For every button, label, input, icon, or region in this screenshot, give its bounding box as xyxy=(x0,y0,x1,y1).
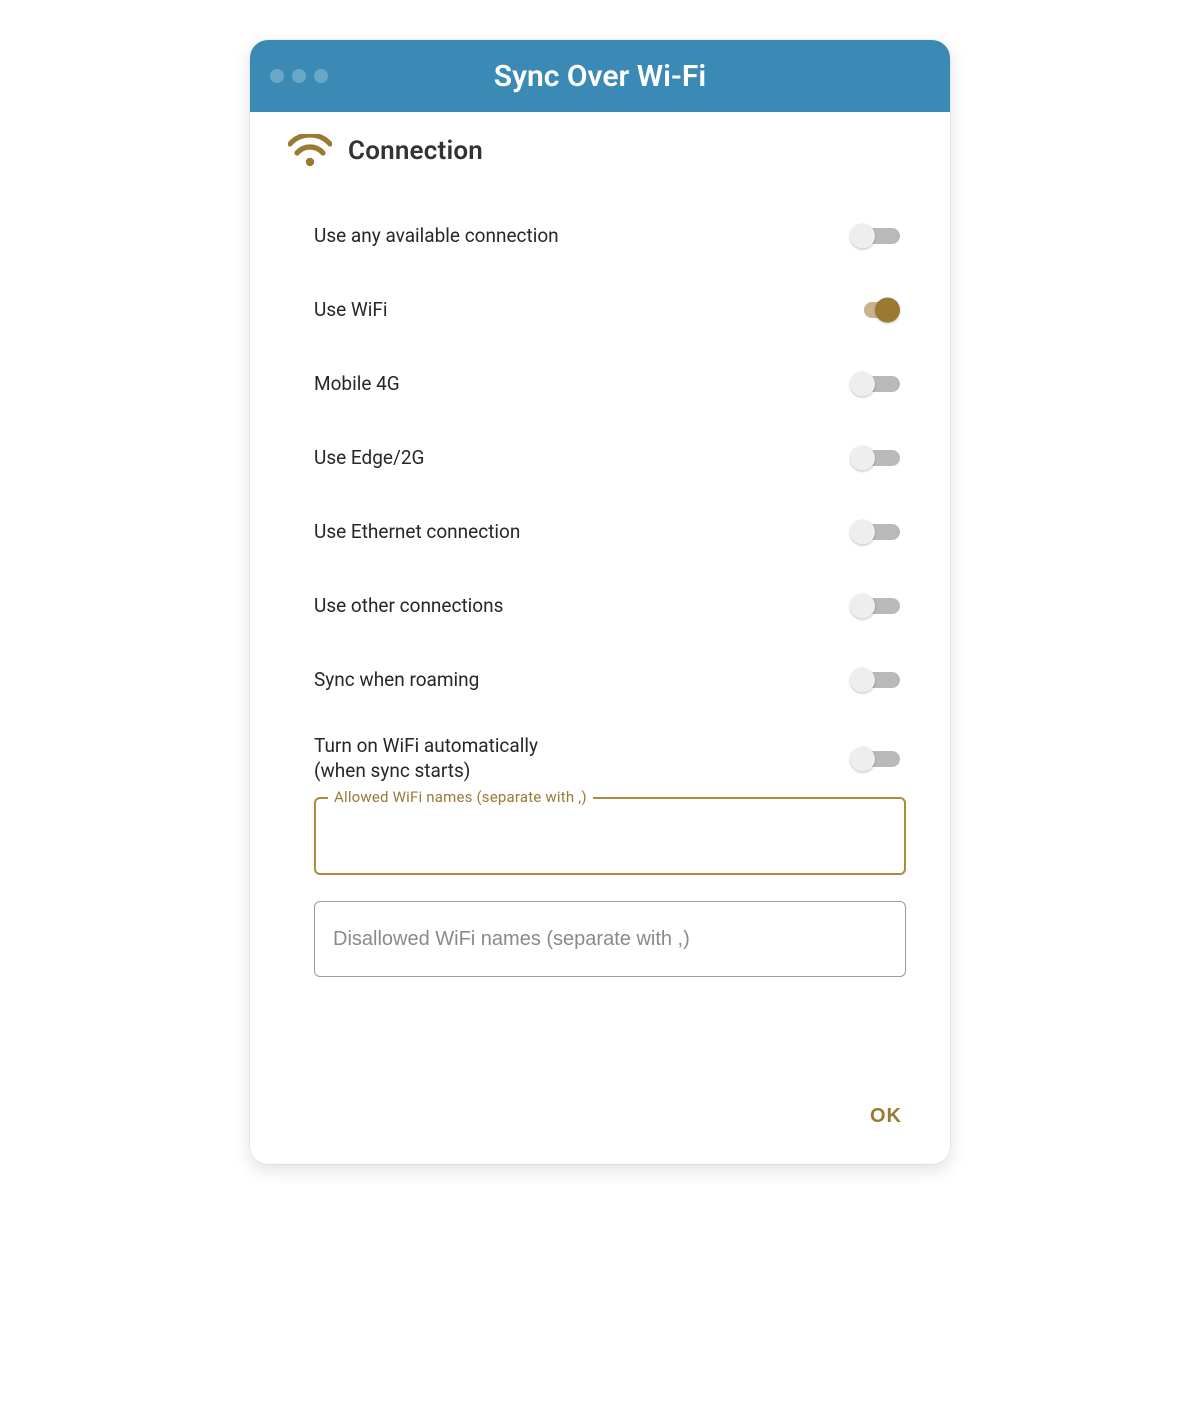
toggle-use-other[interactable] xyxy=(850,592,900,620)
section-header: Connection xyxy=(288,134,906,168)
row-label: Use Edge/2G xyxy=(314,446,424,471)
toggle-use-wifi[interactable] xyxy=(850,296,900,324)
window-minimize-dot[interactable] xyxy=(292,69,306,83)
disallowed-wifi-field xyxy=(314,901,906,977)
toggle-sync-roaming[interactable] xyxy=(850,666,900,694)
section-title: Connection xyxy=(348,136,483,166)
row-auto-wifi: Turn on WiFi automatically (when sync st… xyxy=(314,734,900,783)
toggle-mobile-4g[interactable] xyxy=(850,370,900,398)
row-label-line2: (when sync starts) xyxy=(314,759,538,784)
row-label: Mobile 4G xyxy=(314,372,400,397)
toggle-auto-wifi[interactable] xyxy=(850,745,900,773)
allowed-wifi-input[interactable] xyxy=(330,811,894,863)
toggle-use-any-connection[interactable] xyxy=(850,222,900,250)
row-use-ethernet: Use Ethernet connection xyxy=(314,512,900,552)
row-label-line1: Turn on WiFi automatically xyxy=(314,734,538,757)
toggle-use-ethernet[interactable] xyxy=(850,518,900,546)
row-label: Use other connections xyxy=(314,594,503,619)
disallowed-wifi-input[interactable] xyxy=(331,927,889,952)
wifi-icon xyxy=(288,134,332,168)
row-label: Use Ethernet connection xyxy=(314,520,520,545)
allowed-wifi-legend: Allowed WiFi names (separate with ,) xyxy=(328,788,593,806)
row-sync-roaming: Sync when roaming xyxy=(314,660,900,700)
row-use-any-connection: Use any available connection xyxy=(314,216,900,256)
row-label: Use WiFi xyxy=(314,298,388,323)
row-use-wifi: Use WiFi xyxy=(314,290,900,330)
allowed-wifi-field: Allowed WiFi names (separate with ,) xyxy=(314,797,906,875)
ok-button[interactable]: OK xyxy=(866,1097,906,1136)
titlebar: Sync Over Wi-Fi xyxy=(250,40,950,112)
window-close-dot[interactable] xyxy=(270,69,284,83)
row-label: Use any available connection xyxy=(314,224,559,249)
toggle-list: Use any available connection Use WiFi Mo… xyxy=(294,216,906,783)
toggle-use-edge-2g[interactable] xyxy=(850,444,900,472)
window-title: Sync Over Wi-Fi xyxy=(494,59,706,94)
row-mobile-4g: Mobile 4G xyxy=(314,364,900,404)
window-zoom-dot[interactable] xyxy=(314,69,328,83)
row-label: Turn on WiFi automatically (when sync st… xyxy=(314,734,538,783)
row-label: Sync when roaming xyxy=(314,668,479,693)
settings-dialog: Sync Over Wi-Fi Connection Use any avail… xyxy=(250,40,950,1164)
footer: OK xyxy=(250,1097,950,1164)
row-use-other: Use other connections xyxy=(314,586,900,626)
window-controls xyxy=(270,69,328,83)
row-use-edge-2g: Use Edge/2G xyxy=(314,438,900,478)
content: Connection Use any available connection … xyxy=(250,112,950,997)
